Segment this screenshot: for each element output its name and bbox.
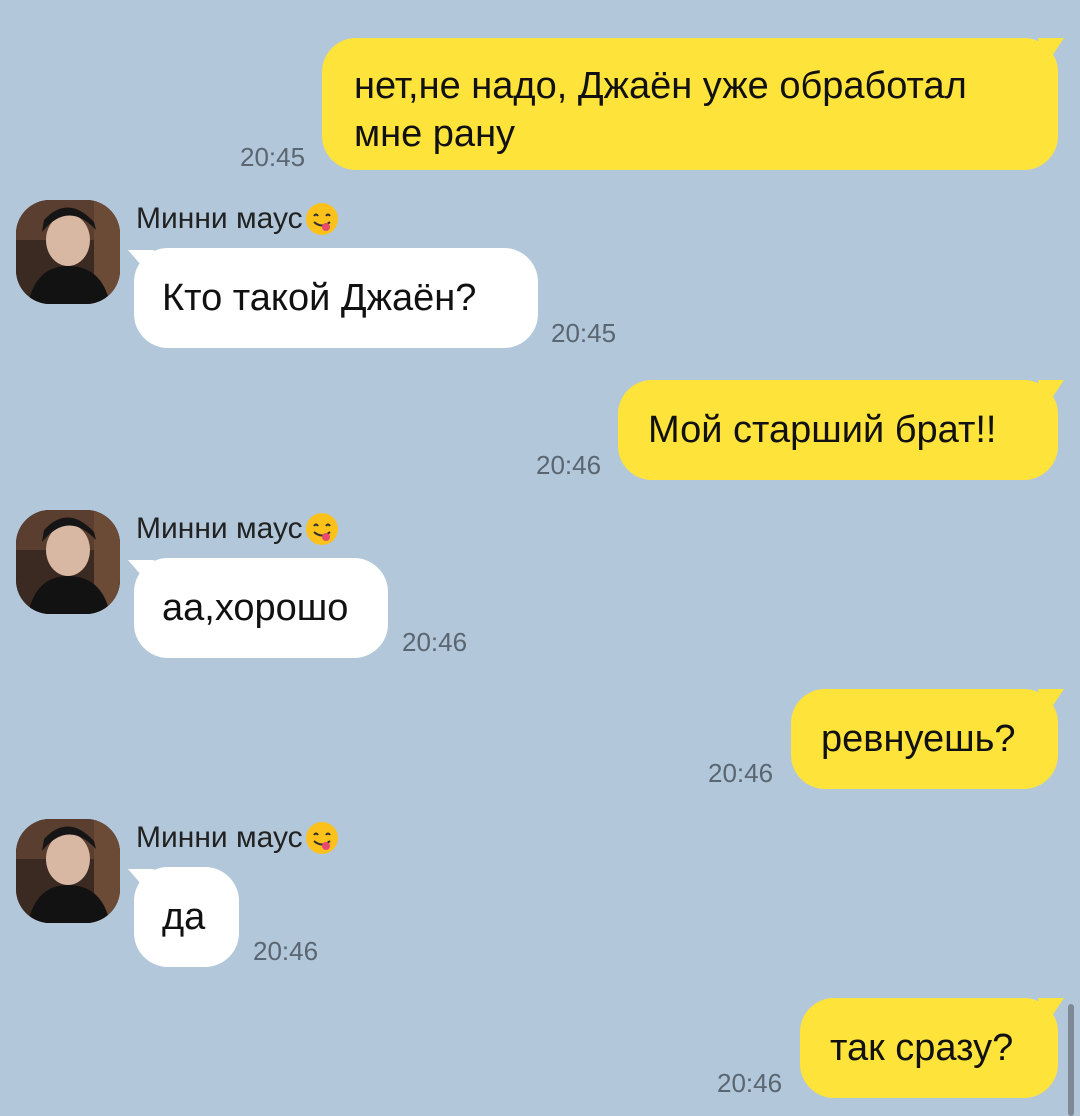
outgoing-message-bubble[interactable]: нет,не надо, Джаён уже обработал мне ран…: [322, 38, 1058, 170]
incoming-message-bubble[interactable]: Кто такой Джаён?: [134, 248, 538, 348]
message-timestamp: 20:45: [551, 318, 617, 348]
message-text: Кто такой Джаён?: [162, 277, 477, 319]
scrollbar[interactable]: [1068, 1004, 1074, 1116]
incoming-message-bubble[interactable]: да: [134, 867, 239, 967]
sender-name: Минни маус: [136, 202, 339, 236]
sender-name: Минни маус: [136, 512, 339, 546]
outgoing-message-bubble[interactable]: так сразу?: [800, 998, 1058, 1098]
avatar[interactable]: [16, 819, 120, 923]
bubble-tail-icon: [1038, 998, 1064, 1028]
message-timestamp: 20:46: [253, 936, 319, 966]
message-timestamp: 20:46: [717, 1068, 783, 1098]
message-timestamp: 20:46: [536, 450, 602, 480]
avatar[interactable]: [16, 510, 120, 614]
message-text: аа,хорошо: [162, 587, 349, 629]
yum-face-emoji-icon: [305, 822, 338, 854]
chat-message-list[interactable]: 20:45 нет,не надо, Джаён уже обработал м…: [0, 0, 1080, 1116]
yum-face-emoji-icon: [305, 513, 338, 545]
message-text: ревнуешь?: [821, 718, 1016, 760]
message-timestamp: 20:46: [402, 627, 468, 657]
bubble-tail-icon: [1038, 380, 1064, 410]
yum-face-emoji-icon: [305, 203, 338, 235]
outgoing-message-bubble[interactable]: Мой старший брат!!: [618, 380, 1058, 480]
message-text: так сразу?: [830, 1027, 1014, 1069]
bubble-tail-icon: [1038, 689, 1064, 719]
avatar-photo: [16, 510, 120, 614]
message-timestamp: 20:46: [708, 758, 774, 788]
message-timestamp: 20:45: [240, 142, 306, 172]
bubble-tail-icon: [1038, 38, 1064, 68]
sender-name-text: Минни маус: [136, 821, 303, 854]
avatar-photo: [16, 200, 120, 304]
sender-name: Минни маус: [136, 821, 339, 855]
avatar[interactable]: [16, 200, 120, 304]
sender-name-text: Минни маус: [136, 512, 303, 545]
message-text: Мой старший брат!!: [648, 409, 997, 451]
incoming-message-bubble[interactable]: аа,хорошо: [134, 558, 388, 658]
message-text: да: [162, 896, 206, 938]
message-text: нет,не надо, Джаён уже обработал мне ран…: [354, 65, 967, 155]
sender-name-text: Минни маус: [136, 202, 303, 235]
avatar-photo: [16, 819, 120, 923]
outgoing-message-bubble[interactable]: ревнуешь?: [791, 689, 1058, 789]
